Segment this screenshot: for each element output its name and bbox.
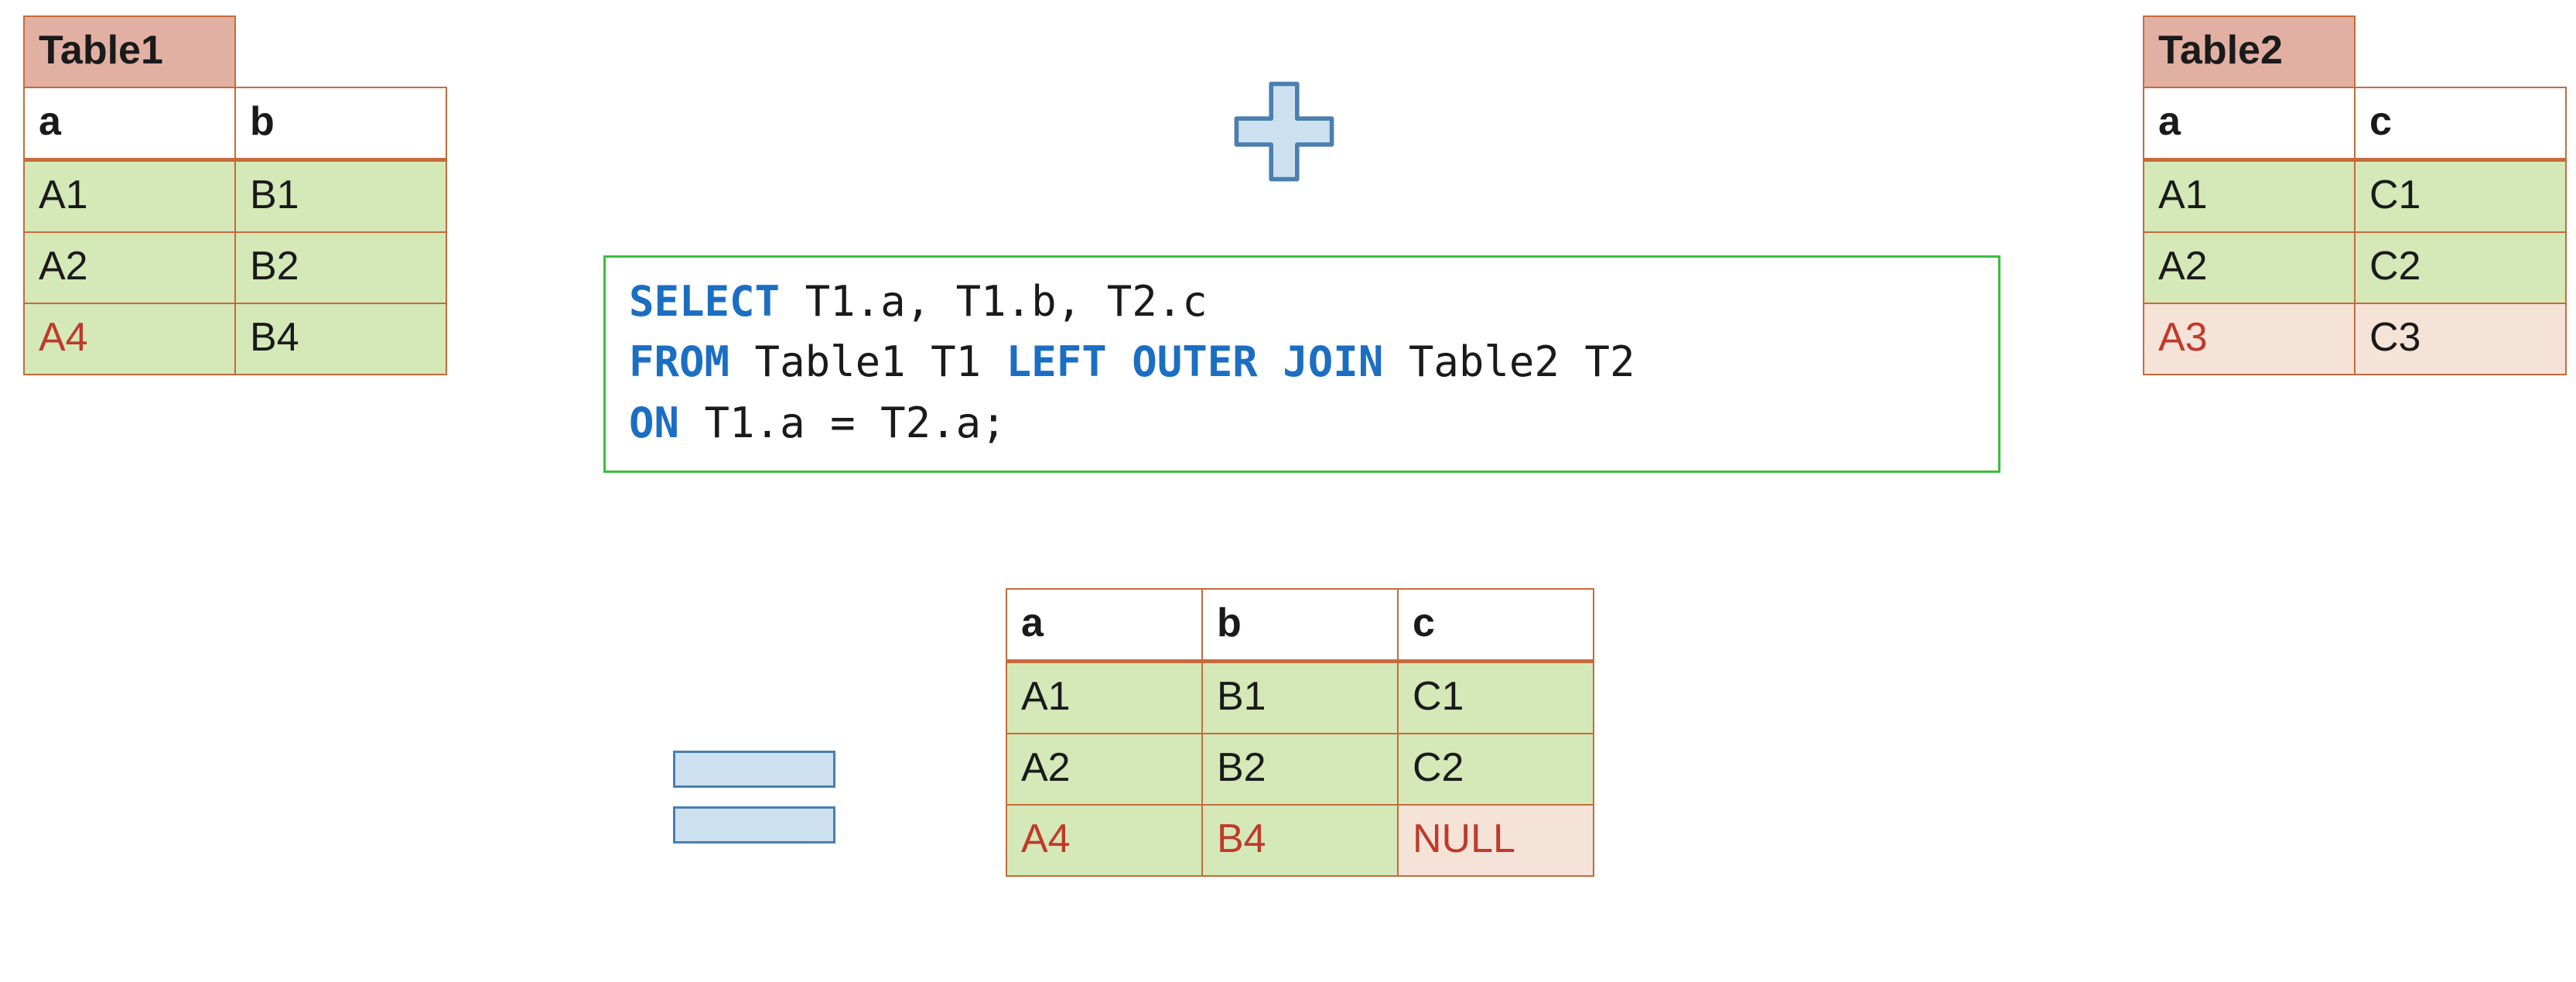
table1-cell: B4 <box>235 303 446 375</box>
table-row: A3 C3 <box>2144 303 2566 375</box>
table2-title-spacer <box>2355 16 2566 87</box>
table1-title-spacer <box>235 16 446 87</box>
table2-col-a: a <box>2144 87 2355 160</box>
table2-title: Table2 <box>2144 16 2355 87</box>
table2-cell: A1 <box>2144 160 2355 233</box>
table1-cell: A1 <box>24 160 235 233</box>
sql-text: T1.a, T1.b, T2.c <box>780 277 1208 326</box>
sql-text: T1.a = T2.a; <box>679 399 1006 447</box>
result-col-c: c <box>1398 589 1594 662</box>
plus-icon <box>1230 77 1338 186</box>
result-cell: A4 <box>1006 805 1202 876</box>
table2-cell: C3 <box>2355 303 2566 375</box>
result-cell: B1 <box>1202 662 1398 734</box>
sql-keyword-join: LEFT OUTER JOIN <box>1006 337 1384 386</box>
result-col-b: b <box>1202 589 1398 662</box>
sql-keyword-select: SELECT <box>629 277 780 326</box>
table-row: A4 B4 NULL <box>1006 805 1594 876</box>
table1: Table1 a b A1 B1 A2 B2 A4 B4 <box>23 15 447 375</box>
result-cell: C1 <box>1398 662 1594 734</box>
result-cell: NULL <box>1398 805 1594 876</box>
result-cell: A1 <box>1006 662 1202 734</box>
table2: Table2 a c A1 C1 A2 C2 A3 C3 <box>2143 15 2567 375</box>
table-row: A1 C1 <box>2144 160 2566 233</box>
equals-bar <box>673 806 835 843</box>
table-row: A2 B2 C2 <box>1006 734 1594 805</box>
table1-cell: B2 <box>235 232 446 303</box>
result-cell: C2 <box>1398 734 1594 805</box>
sql-text: Table2 T2 <box>1383 337 1635 386</box>
result-col-a: a <box>1006 589 1202 662</box>
sql-query-box: SELECT T1.a, T1.b, T2.c FROM Table1 T1 L… <box>603 255 2000 473</box>
table2-cell: A2 <box>2144 232 2355 303</box>
table-row: A4 B4 <box>24 303 446 375</box>
equals-icon <box>673 751 835 843</box>
table2-cell: C1 <box>2355 160 2566 233</box>
table-row: A1 B1 <box>24 160 446 233</box>
table1-cell: B1 <box>235 160 446 233</box>
table2-cell: C2 <box>2355 232 2566 303</box>
equals-bar <box>673 751 835 788</box>
result-cell: A2 <box>1006 734 1202 805</box>
table2-cell: A3 <box>2144 303 2355 375</box>
table-row: A1 B1 C1 <box>1006 662 1594 734</box>
table1-col-a: a <box>24 87 235 160</box>
table1-col-b: b <box>235 87 446 160</box>
table-row: A2 B2 <box>24 232 446 303</box>
result-cell: B4 <box>1202 805 1398 876</box>
table2-col-c: c <box>2355 87 2566 160</box>
result-cell: B2 <box>1202 734 1398 805</box>
table1-title: Table1 <box>24 16 235 87</box>
sql-keyword-on: ON <box>629 399 679 447</box>
sql-keyword-from: FROM <box>629 337 729 386</box>
sql-text: Table1 T1 <box>729 337 1006 386</box>
table1-cell: A4 <box>24 303 235 375</box>
table-row: A2 C2 <box>2144 232 2566 303</box>
result-table: a b c A1 B1 C1 A2 B2 C2 A4 B4 NULL <box>1006 588 1594 877</box>
table1-cell: A2 <box>24 232 235 303</box>
